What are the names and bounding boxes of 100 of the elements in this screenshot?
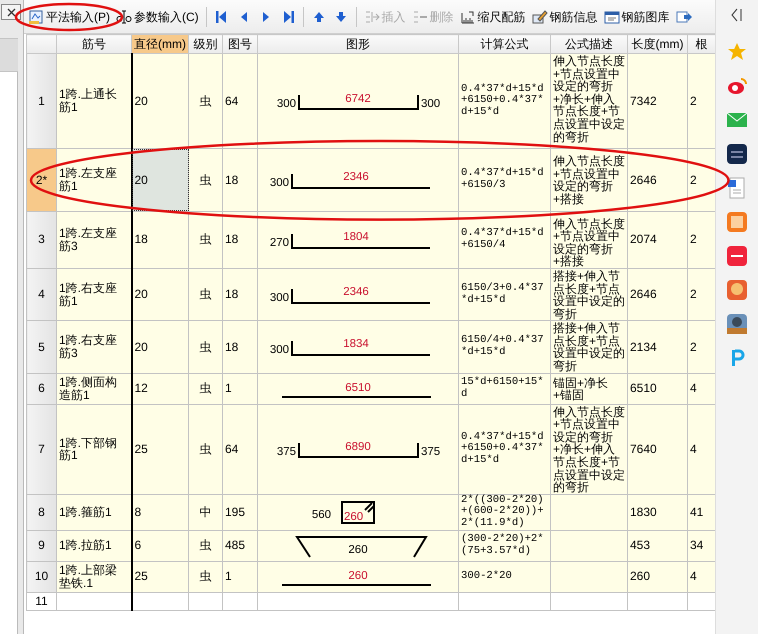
dimension-label: 300 xyxy=(270,176,289,189)
length-label: 6510 xyxy=(345,382,371,394)
table-cell: 20 xyxy=(132,268,188,321)
arrow-icon[interactable] xyxy=(676,8,692,24)
ruler-icon xyxy=(460,8,476,24)
row-number[interactable]: 2* xyxy=(26,148,56,212)
row-number[interactable]: 7 xyxy=(26,404,56,494)
table-cell: 18 xyxy=(222,268,258,321)
column-header: 公式描述 xyxy=(550,34,628,54)
formula-text: 300-2*20 xyxy=(461,570,513,583)
formula-text: 0.4*37*d+15*d+6150+0.4*37*d+15*d xyxy=(461,84,545,119)
grade-symbol: 中 xyxy=(188,494,222,530)
length-label: 260 xyxy=(344,511,364,524)
table-cell: 12 xyxy=(132,373,188,404)
formula-text: 0.4*37*d+15*d+6150/3 xyxy=(461,168,545,192)
row-number[interactable]: 4 xyxy=(26,268,56,321)
table-cell: 7342 xyxy=(628,54,688,149)
table-cell: 2 xyxy=(688,268,716,321)
row-number[interactable]: 6 xyxy=(26,373,56,404)
grade-symbol: 虫 xyxy=(188,530,222,562)
stirrup-shape xyxy=(341,501,375,524)
row-number[interactable]: 10 xyxy=(26,561,56,592)
length-label: 6742 xyxy=(345,93,371,106)
insert-icon xyxy=(364,8,380,24)
dimension-label: 300 xyxy=(270,344,289,356)
row-number[interactable]: 11 xyxy=(26,592,56,610)
table-cell: 195 xyxy=(222,494,258,530)
toolbar-button[interactable]: 钢筋信息 xyxy=(530,6,600,26)
toolbar-button[interactable]: 平法输入(P) xyxy=(26,6,112,26)
table-cell: 6 xyxy=(132,530,188,562)
column-header: 图形 xyxy=(258,34,458,54)
table-cell: 18 xyxy=(222,211,258,268)
table-cell: 2134 xyxy=(628,320,688,374)
delete-icon xyxy=(412,8,428,24)
table-cell: 2646 xyxy=(628,268,688,321)
row-number[interactable]: 8 xyxy=(26,494,56,530)
formula-text: 6150/4+0.4*37*d+15*d xyxy=(461,335,545,359)
table-cell: 64 xyxy=(222,54,258,149)
toolbar-button[interactable]: 参数输入(C) xyxy=(114,6,201,26)
description-text: 搭接+伸入节点长度+节点设置中设定的弯折 xyxy=(553,321,625,373)
length-label: 2346 xyxy=(343,286,369,298)
formula-text: 0.4*37*d+15*d+6150+0.4*37*d+15*d xyxy=(461,432,545,467)
toolbar-button[interactable]: 钢筋图库 xyxy=(602,6,672,26)
column-header: 筋号 xyxy=(56,34,132,54)
grade-symbol: 虫 xyxy=(188,54,222,149)
table-cell: 1跨.拉筋1 xyxy=(56,530,132,562)
table-cell: 1跨.箍筋1 xyxy=(56,494,132,530)
description-text: 伸入节点长度+节点设置中设定的弯折+净长+伸入节点长度+节点设置中设定的弯折 xyxy=(553,54,625,144)
length-label: 2346 xyxy=(343,170,369,183)
window-icon xyxy=(604,8,620,24)
column-header: 直径(mm) xyxy=(132,34,188,54)
grade-symbol: 虫 xyxy=(188,373,222,404)
table-cell: 2074 xyxy=(628,211,688,268)
table-cell: 6510 xyxy=(628,373,688,404)
length-label: 1834 xyxy=(343,338,369,350)
table-cell: 1 xyxy=(222,373,258,404)
grade-symbol: 虫 xyxy=(188,211,222,268)
table-cell: 20 xyxy=(132,54,188,149)
table-cell: 8 xyxy=(132,494,188,530)
description-text: 伸入节点长度+节点设置中设定的弯折+搭接 xyxy=(553,216,625,268)
grade-symbol: 虫 xyxy=(188,404,222,494)
table-cell: 20 xyxy=(132,320,188,374)
dimension-label: 375 xyxy=(421,446,440,458)
row-number[interactable]: 1 xyxy=(26,54,56,149)
close-button[interactable] xyxy=(1,4,21,20)
table-cell: 453 xyxy=(628,530,688,562)
length-label: 260 xyxy=(348,544,368,556)
table-cell: 7640 xyxy=(628,404,688,494)
table-cell: 4 xyxy=(688,561,716,592)
formula-text: (300-2*20)+2*(75+3.57*d) xyxy=(461,534,545,558)
toolbar-button[interactable]: 缩尺配筋 xyxy=(458,6,528,26)
table-cell: 20 xyxy=(132,148,188,212)
table-cell: 25 xyxy=(132,561,188,592)
formula-text: 6150/3+0.4*37*d+15*d xyxy=(461,282,545,306)
dimension-label: 300 xyxy=(421,98,440,110)
dimension-label: 270 xyxy=(270,236,289,249)
table-cell: 34 xyxy=(688,530,716,562)
table-cell: 1跨.右支座筋1 xyxy=(56,268,132,321)
app-icon[interactable] xyxy=(725,312,749,336)
table-cell: 1跨.上部梁垫铁.1 xyxy=(56,561,132,592)
dimension-label: 300 xyxy=(270,292,289,304)
grade-symbol: 虫 xyxy=(188,148,222,212)
row-number[interactable]: 3 xyxy=(26,211,56,268)
row-number[interactable]: 5 xyxy=(26,320,56,374)
column-header: 根 xyxy=(688,34,716,54)
table-cell: 18 xyxy=(132,211,188,268)
table-cell: 1跨.右支座筋3 xyxy=(56,320,132,374)
table-cell: 1跨.左支座筋3 xyxy=(56,211,132,268)
row-number[interactable]: 9 xyxy=(26,530,56,562)
table-cell: 4 xyxy=(688,404,716,494)
column-header: 级别 xyxy=(188,34,222,54)
formula-text: 15*d+6150+15*d xyxy=(461,377,545,400)
table-cell: 41 xyxy=(688,494,716,530)
length-label: 260 xyxy=(348,570,368,582)
table-cell: 18 xyxy=(222,320,258,374)
table-cell: 2 xyxy=(688,211,716,268)
dimension-label: 560 xyxy=(312,509,331,522)
app-icon[interactable] xyxy=(725,142,749,166)
table-cell: 2 xyxy=(688,54,716,149)
pencil-icon xyxy=(532,8,548,24)
